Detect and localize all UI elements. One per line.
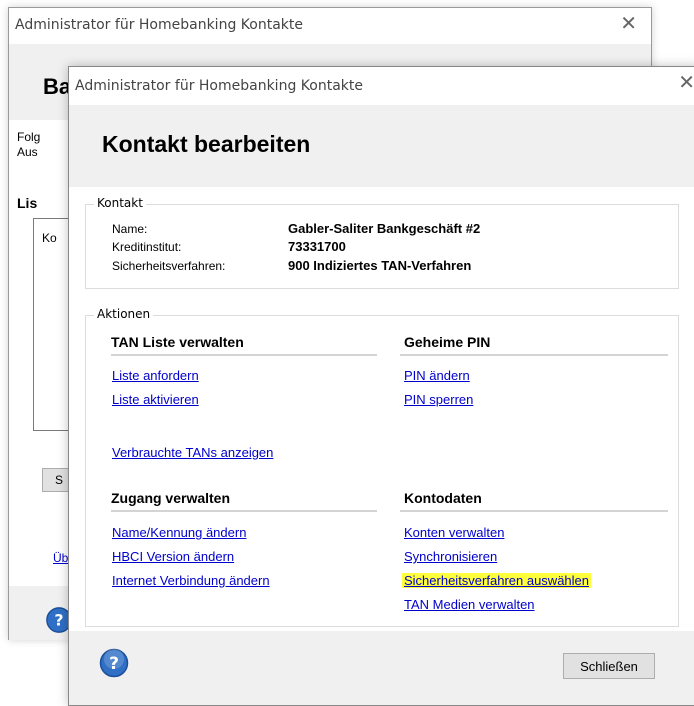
actions-group: Aktionen TAN Liste verwalten Liste anfor… [85,307,679,627]
access-section-title: Zugang verwalten [111,490,231,506]
background-titlebar: Administrator für Homebanking Kontakte ✕ [9,8,651,44]
pin-section-title: Geheime PIN [404,334,491,350]
page-title: Kontakt bearbeiten [102,131,311,157]
synchronize-link[interactable]: Synchronisieren [404,549,497,564]
bank-value: 73331700 [288,239,346,254]
background-description: Folg Aus [17,130,41,159]
tan-section-divider [111,354,377,357]
background-link[interactable]: Üb [53,551,68,565]
svg-text:?: ? [109,654,119,674]
tan-section-title: TAN Liste verwalten [111,334,244,350]
actions-group-label: Aktionen [94,307,154,321]
background-close-icon[interactable]: ✕ [620,14,637,34]
pin-section-divider [400,354,668,357]
svg-text:?: ? [54,611,63,630]
dialog-content: Kontakt Name: Gabler-Saliter Bankgeschäf… [69,187,694,631]
contact-group-label: Kontakt [94,196,146,210]
used-tans-link[interactable]: Verbrauchte TANs anzeigen [112,445,273,460]
dialog-footer: ? Schließen [69,631,694,705]
change-name-link[interactable]: Name/Kennung ändern [112,525,246,540]
select-security-procedure-link[interactable]: Sicherheitsverfahren auswählen [402,573,591,588]
help-icon[interactable]: ? [99,648,129,678]
close-button[interactable]: Schließen [563,653,655,679]
manage-tan-media-link[interactable]: TAN Medien verwalten [404,597,535,612]
lock-pin-link[interactable]: PIN sperren [404,392,473,407]
accounts-section-divider [400,510,668,513]
name-value: Gabler-Saliter Bankgeschäft #2 [288,221,481,236]
background-window-title: Administrator für Homebanking Kontakte [15,17,303,33]
access-section-divider [111,510,377,513]
change-pin-link[interactable]: PIN ändern [404,368,470,383]
background-list-column: Ko [42,231,57,245]
close-icon[interactable]: ✕ [678,73,694,93]
contact-group: Kontakt Name: Gabler-Saliter Bankgeschäf… [85,196,679,289]
dialog-header: Kontakt bearbeiten [69,105,694,189]
background-page-title: Ba [43,74,72,99]
manage-accounts-link[interactable]: Konten verwalten [404,525,504,540]
change-hbci-version-link[interactable]: HBCI Version ändern [112,549,234,564]
edit-contact-dialog: Administrator für Homebanking Kontakte ✕… [68,66,694,706]
activate-list-link[interactable]: Liste aktivieren [112,392,199,407]
accounts-section-title: Kontodaten [404,490,482,506]
change-internet-connection-link[interactable]: Internet Verbindung ändern [112,573,270,588]
bank-label: Kreditinstitut: [112,240,182,254]
name-label: Name: [112,222,148,236]
window-title: Administrator für Homebanking Kontakte [75,78,363,94]
security-value: 900 Indiziertes TAN-Verfahren [288,258,472,273]
security-label: Sicherheitsverfahren: [112,259,226,273]
background-section-title: Lis [17,195,38,211]
titlebar: Administrator für Homebanking Kontakte ✕ [69,67,694,105]
request-list-link[interactable]: Liste anfordern [112,368,199,383]
